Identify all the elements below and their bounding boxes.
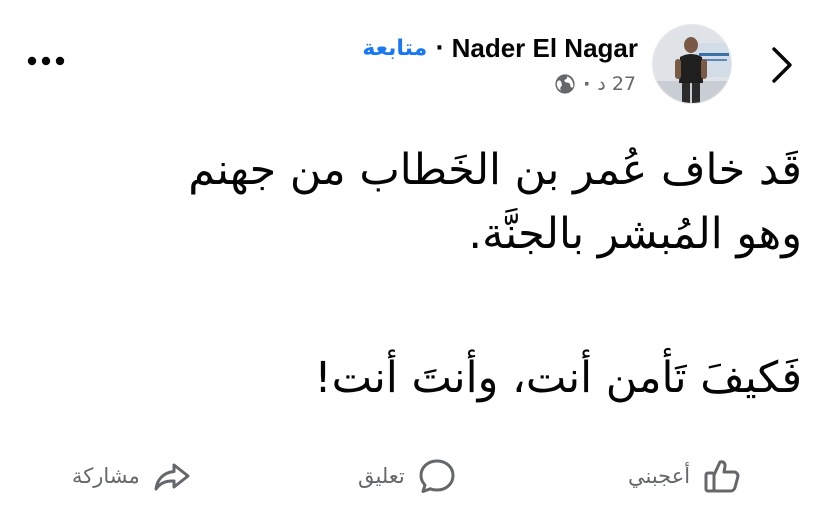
chevron-right-icon <box>772 47 792 83</box>
comment-button[interactable]: تعليق <box>358 454 457 498</box>
meta-separator: · <box>583 73 591 95</box>
comment-label: تعليق <box>358 464 405 488</box>
post-text-line: فَكيفَ تَأمن أنت، وأنتَ أنت! <box>314 353 802 403</box>
share-label: مشاركة <box>72 464 140 488</box>
post-text: قَد خاف عُمر بن الخَطاب من جهنم وهو المُ… <box>22 138 802 410</box>
post-time: 27 د <box>597 73 636 95</box>
globe-icon <box>555 74 575 94</box>
thumbs-up-icon <box>704 460 740 493</box>
more-dots-icon <box>27 56 65 66</box>
post-meta: · 27 د <box>554 70 636 98</box>
share-button[interactable]: مشاركة <box>72 454 192 498</box>
post-actions-bar: مشاركة تعليق أعجبني <box>0 446 828 506</box>
author-row: متابعة · Nader El Nagar <box>362 30 638 66</box>
speech-bubble-icon <box>419 459 455 493</box>
back-button[interactable] <box>762 40 802 90</box>
post-text-line: وهو المُبشر بالجنَّة. <box>468 209 802 259</box>
more-options-button[interactable] <box>24 46 68 76</box>
share-arrow-icon <box>154 463 190 491</box>
follow-button[interactable]: متابعة <box>362 36 427 61</box>
post-text-line: قَد خاف عُمر بن الخَطاب من جهنم <box>188 145 802 195</box>
author-avatar[interactable] <box>652 24 732 104</box>
separator-dot: · <box>435 35 444 61</box>
post-header: متابعة · Nader El Nagar · 27 د <box>0 0 828 120</box>
avatar-image <box>653 25 731 103</box>
like-label: أعجبني <box>628 464 691 488</box>
author-name[interactable]: Nader El Nagar <box>452 33 638 64</box>
like-button[interactable]: أعجبني <box>628 454 742 498</box>
